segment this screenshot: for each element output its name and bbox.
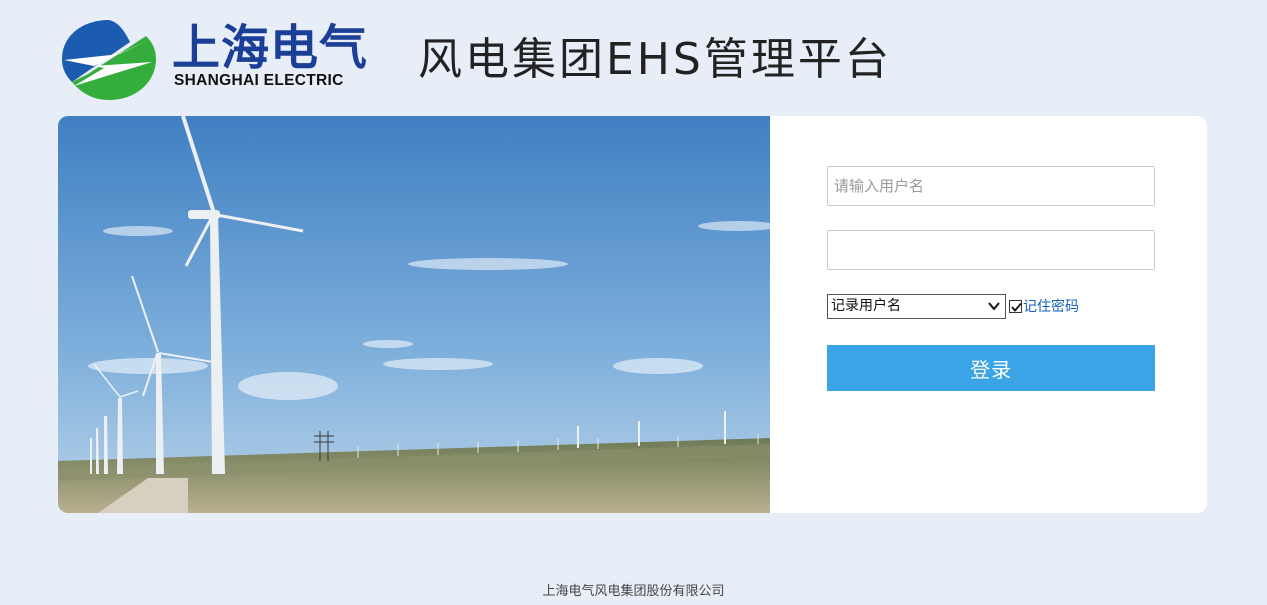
chevron-down-icon [988, 301, 1000, 311]
username-input[interactable] [827, 166, 1155, 206]
remember-mode-selected: 记录用户名 [831, 297, 901, 314]
login-card: 记录用户名 记住密码 登录 [58, 116, 1207, 513]
shanghai-electric-logo-icon [62, 20, 156, 100]
remember-password-label[interactable]: 记住密码 [1023, 296, 1079, 316]
checkmark-icon [1011, 302, 1022, 312]
brand-name-cn: 上海电气 [172, 20, 369, 76]
brand-name-en: SHANGHAI ELECTRIC [174, 72, 344, 89]
remember-options: 记录用户名 记住密码 [827, 293, 1155, 319]
wind-farm-photo [58, 116, 770, 513]
footer-company-name: 上海电气风电集团股份有限公司 [542, 584, 725, 599]
header: 上海电气 SHANGHAI ELECTRIC 风电集团EHS管理平台 [60, 14, 1060, 104]
login-button[interactable]: 登录 [827, 345, 1155, 391]
password-input[interactable] [827, 230, 1155, 270]
remember-mode-select[interactable]: 记录用户名 [827, 293, 1006, 319]
login-form: 记录用户名 记住密码 登录 [827, 166, 1155, 391]
remember-password-checkbox[interactable] [1009, 299, 1022, 313]
platform-title: 风电集团EHS管理平台 [418, 34, 892, 85]
